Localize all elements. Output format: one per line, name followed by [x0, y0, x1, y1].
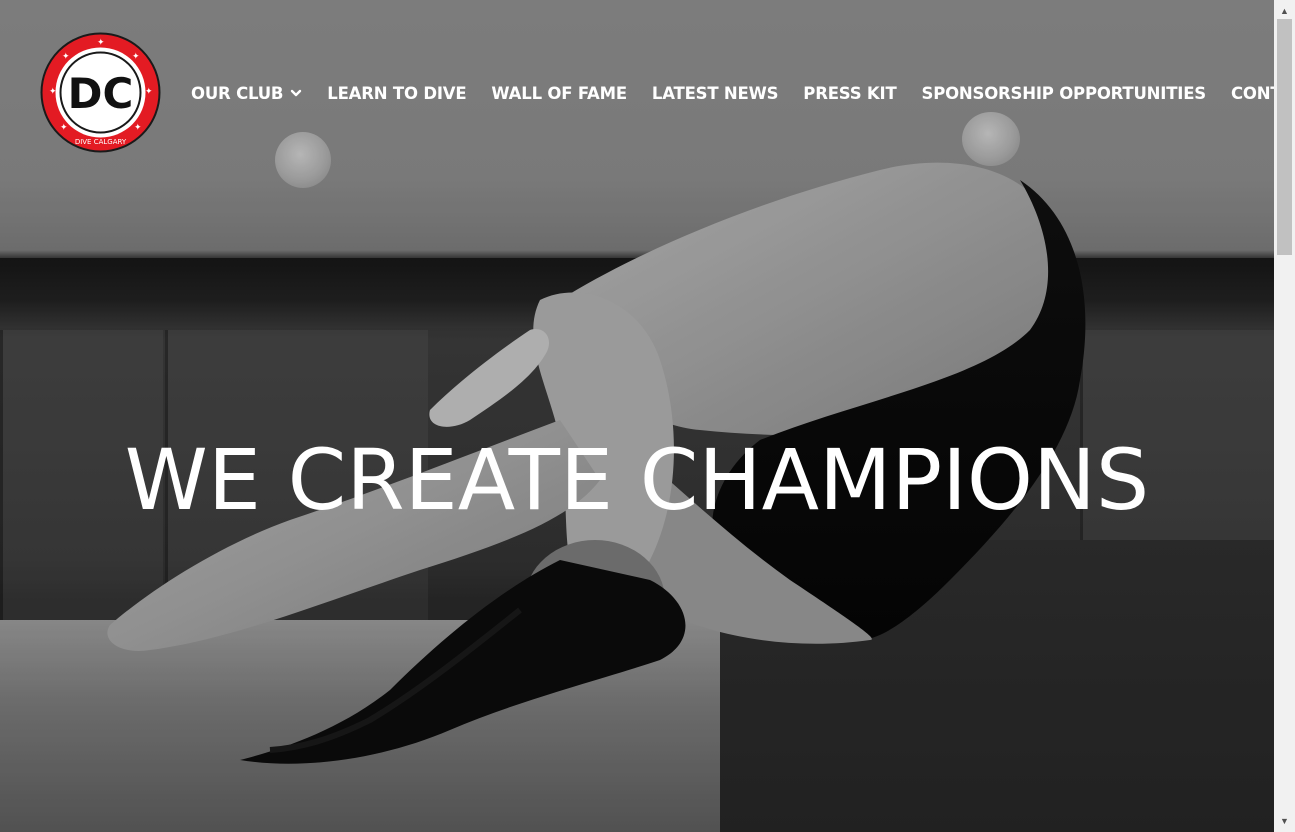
svg-text:✦: ✦ [60, 123, 68, 133]
svg-text:DIVE CALGARY: DIVE CALGARY [75, 138, 127, 146]
svg-text:✦: ✦ [145, 87, 153, 97]
nav-item-latest-news[interactable]: LATEST NEWS [651, 83, 779, 103]
hero-overlay [0, 0, 1274, 832]
scroll-down-button[interactable]: ▼ [1274, 812, 1295, 829]
vertical-scrollbar[interactable]: ▲ ▼ [1274, 0, 1295, 832]
nav-item-label: PRESS KIT [803, 83, 897, 103]
nav-item-learn-to-dive[interactable]: LEARN TO DIVE [327, 84, 466, 103]
nav-item-label: LEARN TO DIVE [327, 83, 467, 103]
scroll-up-button[interactable]: ▲ [1274, 2, 1295, 19]
svg-text:DC: DC [68, 69, 134, 118]
nav-item-label: LATEST NEWS [651, 83, 779, 103]
page-viewport: DC ✦ ✦ ✦ ✦ ✦ ✦ ✦ DIVE CALGARY OUR CLUB L… [0, 0, 1274, 832]
svg-text:✦: ✦ [49, 87, 57, 97]
svg-text:✦: ✦ [134, 123, 142, 133]
nav-item-label: SPONSORSHIP OPPORTUNITIES [921, 83, 1207, 103]
hero-headline: WE CREATE CHAMPIONS [124, 431, 1150, 529]
nav-item-press-kit[interactable]: PRESS KIT [803, 84, 896, 103]
svg-text:✦: ✦ [132, 52, 140, 62]
nav-item-label: WALL OF FAME [491, 83, 627, 103]
nav-item-sponsorship-opportunities[interactable]: SPONSORSHIP OPPORTUNITIES [921, 83, 1207, 103]
main-nav: OUR CLUB LEARN TO DIVE WALL OF FAME LATE… [191, 80, 1274, 106]
nav-item-label: OUR CLUB [191, 83, 284, 103]
chevron-down-icon [291, 89, 302, 97]
nav-item-contact[interactable]: CONTACT [1231, 84, 1274, 103]
svg-text:✦: ✦ [97, 38, 105, 48]
hero-background [0, 0, 1274, 832]
svg-text:✦: ✦ [62, 52, 70, 62]
nav-item-our-club[interactable]: OUR CLUB [191, 84, 302, 103]
nav-item-label: CONTACT [1230, 83, 1274, 103]
nav-item-wall-of-fame[interactable]: WALL OF FAME [491, 83, 627, 103]
scroll-thumb[interactable] [1277, 19, 1292, 255]
triangle-up-icon: ▲ [1280, 5, 1289, 16]
triangle-down-icon: ▼ [1280, 815, 1289, 826]
dive-calgary-logo[interactable]: DC ✦ ✦ ✦ ✦ ✦ ✦ ✦ DIVE CALGARY [40, 32, 161, 153]
